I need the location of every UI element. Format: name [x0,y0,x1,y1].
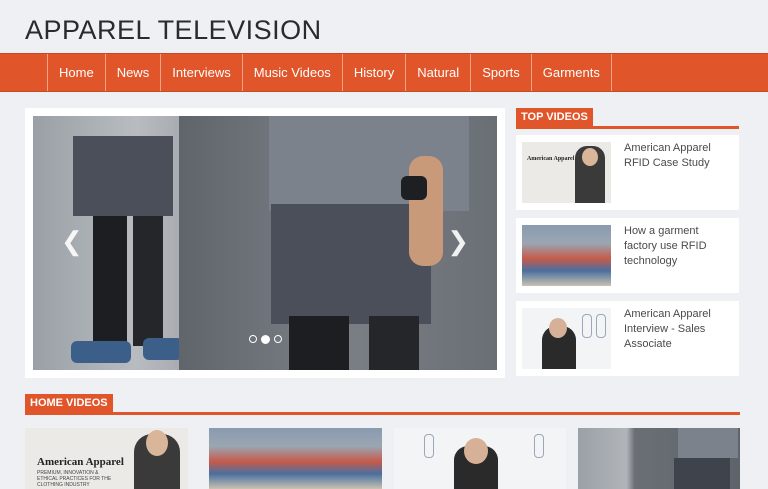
top-videos-heading-label: TOP VIDEOS [516,108,593,126]
nav-item-natural[interactable]: Natural [406,54,472,91]
thumbnail-brand-text: American Apparel [527,156,575,162]
home-video-thumbnail[interactable] [578,428,740,489]
model-shorts [674,458,730,489]
model-leg [369,316,419,370]
top-video-item[interactable]: American Apparel American Apparel RFID C… [516,135,739,210]
video-thumbnail[interactable] [522,308,611,369]
thumbnail-tagline: PREMIUM, INNOVATION & ETHICAL PRACTICES … [37,470,112,488]
video-title[interactable]: How a garment factory use RFID technolog… [624,224,732,269]
thumbnail-figure-icon [582,314,592,338]
home-video-thumbnail[interactable]: American Apparel PREMIUM, INNOVATION & E… [25,428,188,489]
model-leg [289,316,349,370]
nav-item-sports[interactable]: Sports [471,54,532,91]
model-leg [93,216,127,346]
video-thumbnail[interactable]: American Apparel [522,142,611,203]
thumbnail-face [582,148,598,166]
thumbnail-figure-icon [534,434,544,458]
slider-next-arrow-icon[interactable]: ❯ [447,228,469,254]
thumbnail-figure-icon [424,434,434,458]
model-shirt [678,428,738,458]
video-title[interactable]: American Apparel RFID Case Study [624,141,732,171]
slider-dot-1[interactable] [249,335,257,343]
video-title[interactable]: American Apparel Interview - Sales Assoc… [624,307,732,352]
model-shorts [73,136,173,216]
slider-dot-2[interactable] [261,335,270,344]
model-shorts [271,204,431,324]
nav-item-home[interactable]: Home [48,54,106,91]
top-video-item[interactable]: American Apparel Interview - Sales Assoc… [516,301,739,376]
top-videos-heading: TOP VIDEOS [516,108,739,129]
thumbnail-figure-icon [596,314,606,338]
thumbnail-face [146,430,168,456]
home-video-thumbnail[interactable] [209,428,382,489]
video-thumbnail[interactable] [522,225,611,286]
top-video-item[interactable]: How a garment factory use RFID technolog… [516,218,739,293]
thumbnail-face [464,438,488,464]
heading-underline [516,126,739,129]
model-shoe [143,338,183,360]
slider-prev-arrow-icon[interactable]: ❮ [61,228,83,254]
featured-slider[interactable]: ❮ ❯ [33,116,497,370]
model-arm [409,156,443,266]
nav-item-news[interactable]: News [106,54,162,91]
heading-underline [25,412,740,415]
nav-item-history[interactable]: History [343,54,407,91]
model-leg [133,216,163,346]
slide-image-left [33,116,183,370]
main-nav: Home News Interviews Music Videos Histor… [0,53,768,92]
slider-dots [249,335,282,344]
home-video-thumbnail[interactable] [394,428,566,489]
nav-item-garments[interactable]: Garments [532,54,612,91]
nav-items: Home News Interviews Music Videos Histor… [47,54,612,91]
nav-item-interviews[interactable]: Interviews [161,54,243,91]
featured-slider-card: ❮ ❯ [25,108,505,378]
model-shoe [71,341,131,363]
watch-icon [401,176,427,200]
home-videos-heading-label: HOME VIDEOS [25,394,113,412]
thumbnail-face [549,318,567,338]
thumbnail-brand-text: American Apparel [37,456,124,468]
site-title[interactable]: APPAREL TELEVISION [25,15,322,46]
home-videos-heading: HOME VIDEOS [25,394,740,415]
slider-dot-3[interactable] [274,335,282,343]
nav-item-music-videos[interactable]: Music Videos [243,54,343,91]
